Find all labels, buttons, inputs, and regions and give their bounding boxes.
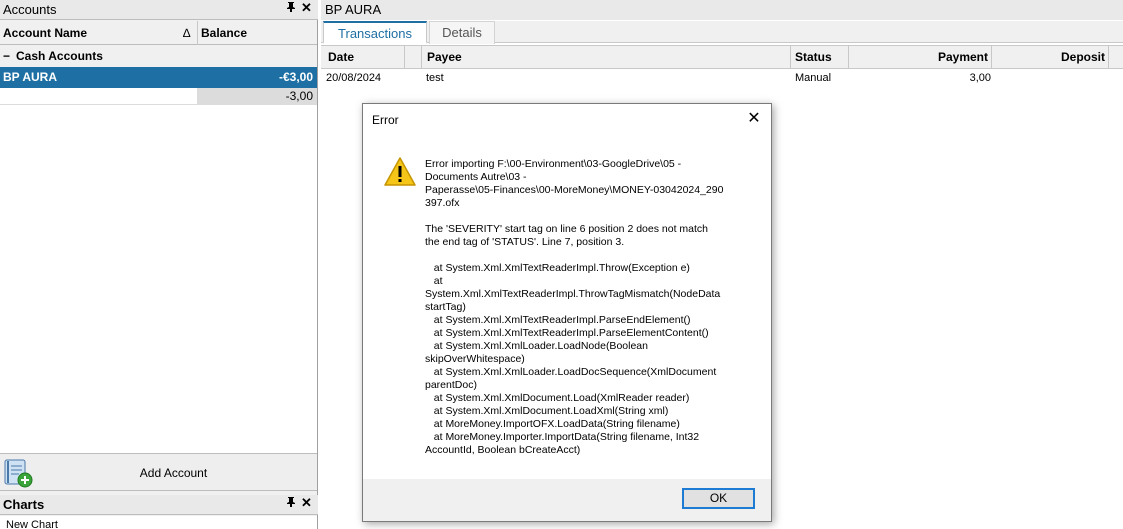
account-group-label: Cash Accounts (16, 49, 103, 63)
transaction-payee: test (426, 72, 444, 84)
pin-icon[interactable] (286, 496, 296, 511)
accounts-panel: Accounts ✕ Account Name ∆ Balance − Cash… (0, 0, 318, 529)
sort-ascending-icon: ∆ (183, 26, 191, 40)
error-message: Error importing F:\00-Environment\03-Goo… (425, 158, 724, 456)
column-header-payee[interactable]: Payee (427, 46, 462, 69)
charts-pane-title: Charts (3, 497, 45, 512)
chart-item[interactable]: New Chart (6, 519, 58, 529)
accounts-pane-title: Accounts (3, 2, 57, 17)
account-sub-row: -3,00 (0, 88, 317, 105)
collapse-toggle-icon[interactable]: − (3, 45, 10, 67)
dialog-footer: OK (363, 479, 771, 521)
transaction-deposit (992, 70, 1105, 86)
register-title: BP AURA (321, 0, 1123, 20)
transaction-payment: 3,00 (969, 72, 991, 84)
error-dialog: Error ✕ Error importing F:\00-Environmen… (362, 103, 772, 522)
charts-list: New Chart (0, 516, 317, 529)
account-row-selected[interactable]: BP AURA -€3,00 (0, 67, 317, 88)
column-header-account-name[interactable]: Account Name (0, 21, 180, 45)
column-header-date[interactable]: Date (328, 46, 354, 69)
column-header-status[interactable]: Status (795, 46, 832, 69)
tab-transactions[interactable]: Transactions (323, 21, 427, 44)
dialog-title: Error (372, 113, 399, 127)
transactions-column-headers: Date Payee Status Payment Deposit (321, 45, 1123, 69)
accounts-pane-header: Accounts ✕ (0, 0, 318, 20)
account-group-cash[interactable]: − Cash Accounts (0, 45, 317, 67)
column-header-balance[interactable]: Balance (198, 21, 317, 45)
close-icon[interactable]: ✕ (743, 109, 765, 129)
account-name: BP AURA (3, 70, 58, 84)
pin-icon[interactable] (286, 1, 296, 16)
transaction-date: 20/08/2024 (326, 72, 382, 84)
close-icon[interactable]: ✕ (301, 0, 312, 16)
account-sub-balance: -3,00 (197, 88, 317, 105)
add-account-label: Add Account (139, 466, 208, 480)
ok-button[interactable]: OK (682, 488, 755, 509)
column-header-payment[interactable]: Payment (849, 46, 988, 69)
accounts-column-headers: Account Name ∆ Balance (0, 21, 317, 45)
column-header-deposit[interactable]: Deposit (992, 46, 1105, 69)
accounts-list: − Cash Accounts BP AURA -€3,00 -3,00 (0, 45, 317, 453)
warning-icon (383, 156, 417, 188)
add-account-button[interactable]: Add Account (0, 453, 317, 491)
account-balance: -€3,00 (278, 70, 313, 84)
tab-details[interactable]: Details (429, 21, 495, 44)
register-tabs: Transactions Details (321, 21, 1123, 44)
close-icon[interactable]: ✕ (301, 495, 312, 511)
charts-pane-header: Charts ✕ (0, 495, 318, 515)
transaction-status: Manual (795, 72, 832, 84)
